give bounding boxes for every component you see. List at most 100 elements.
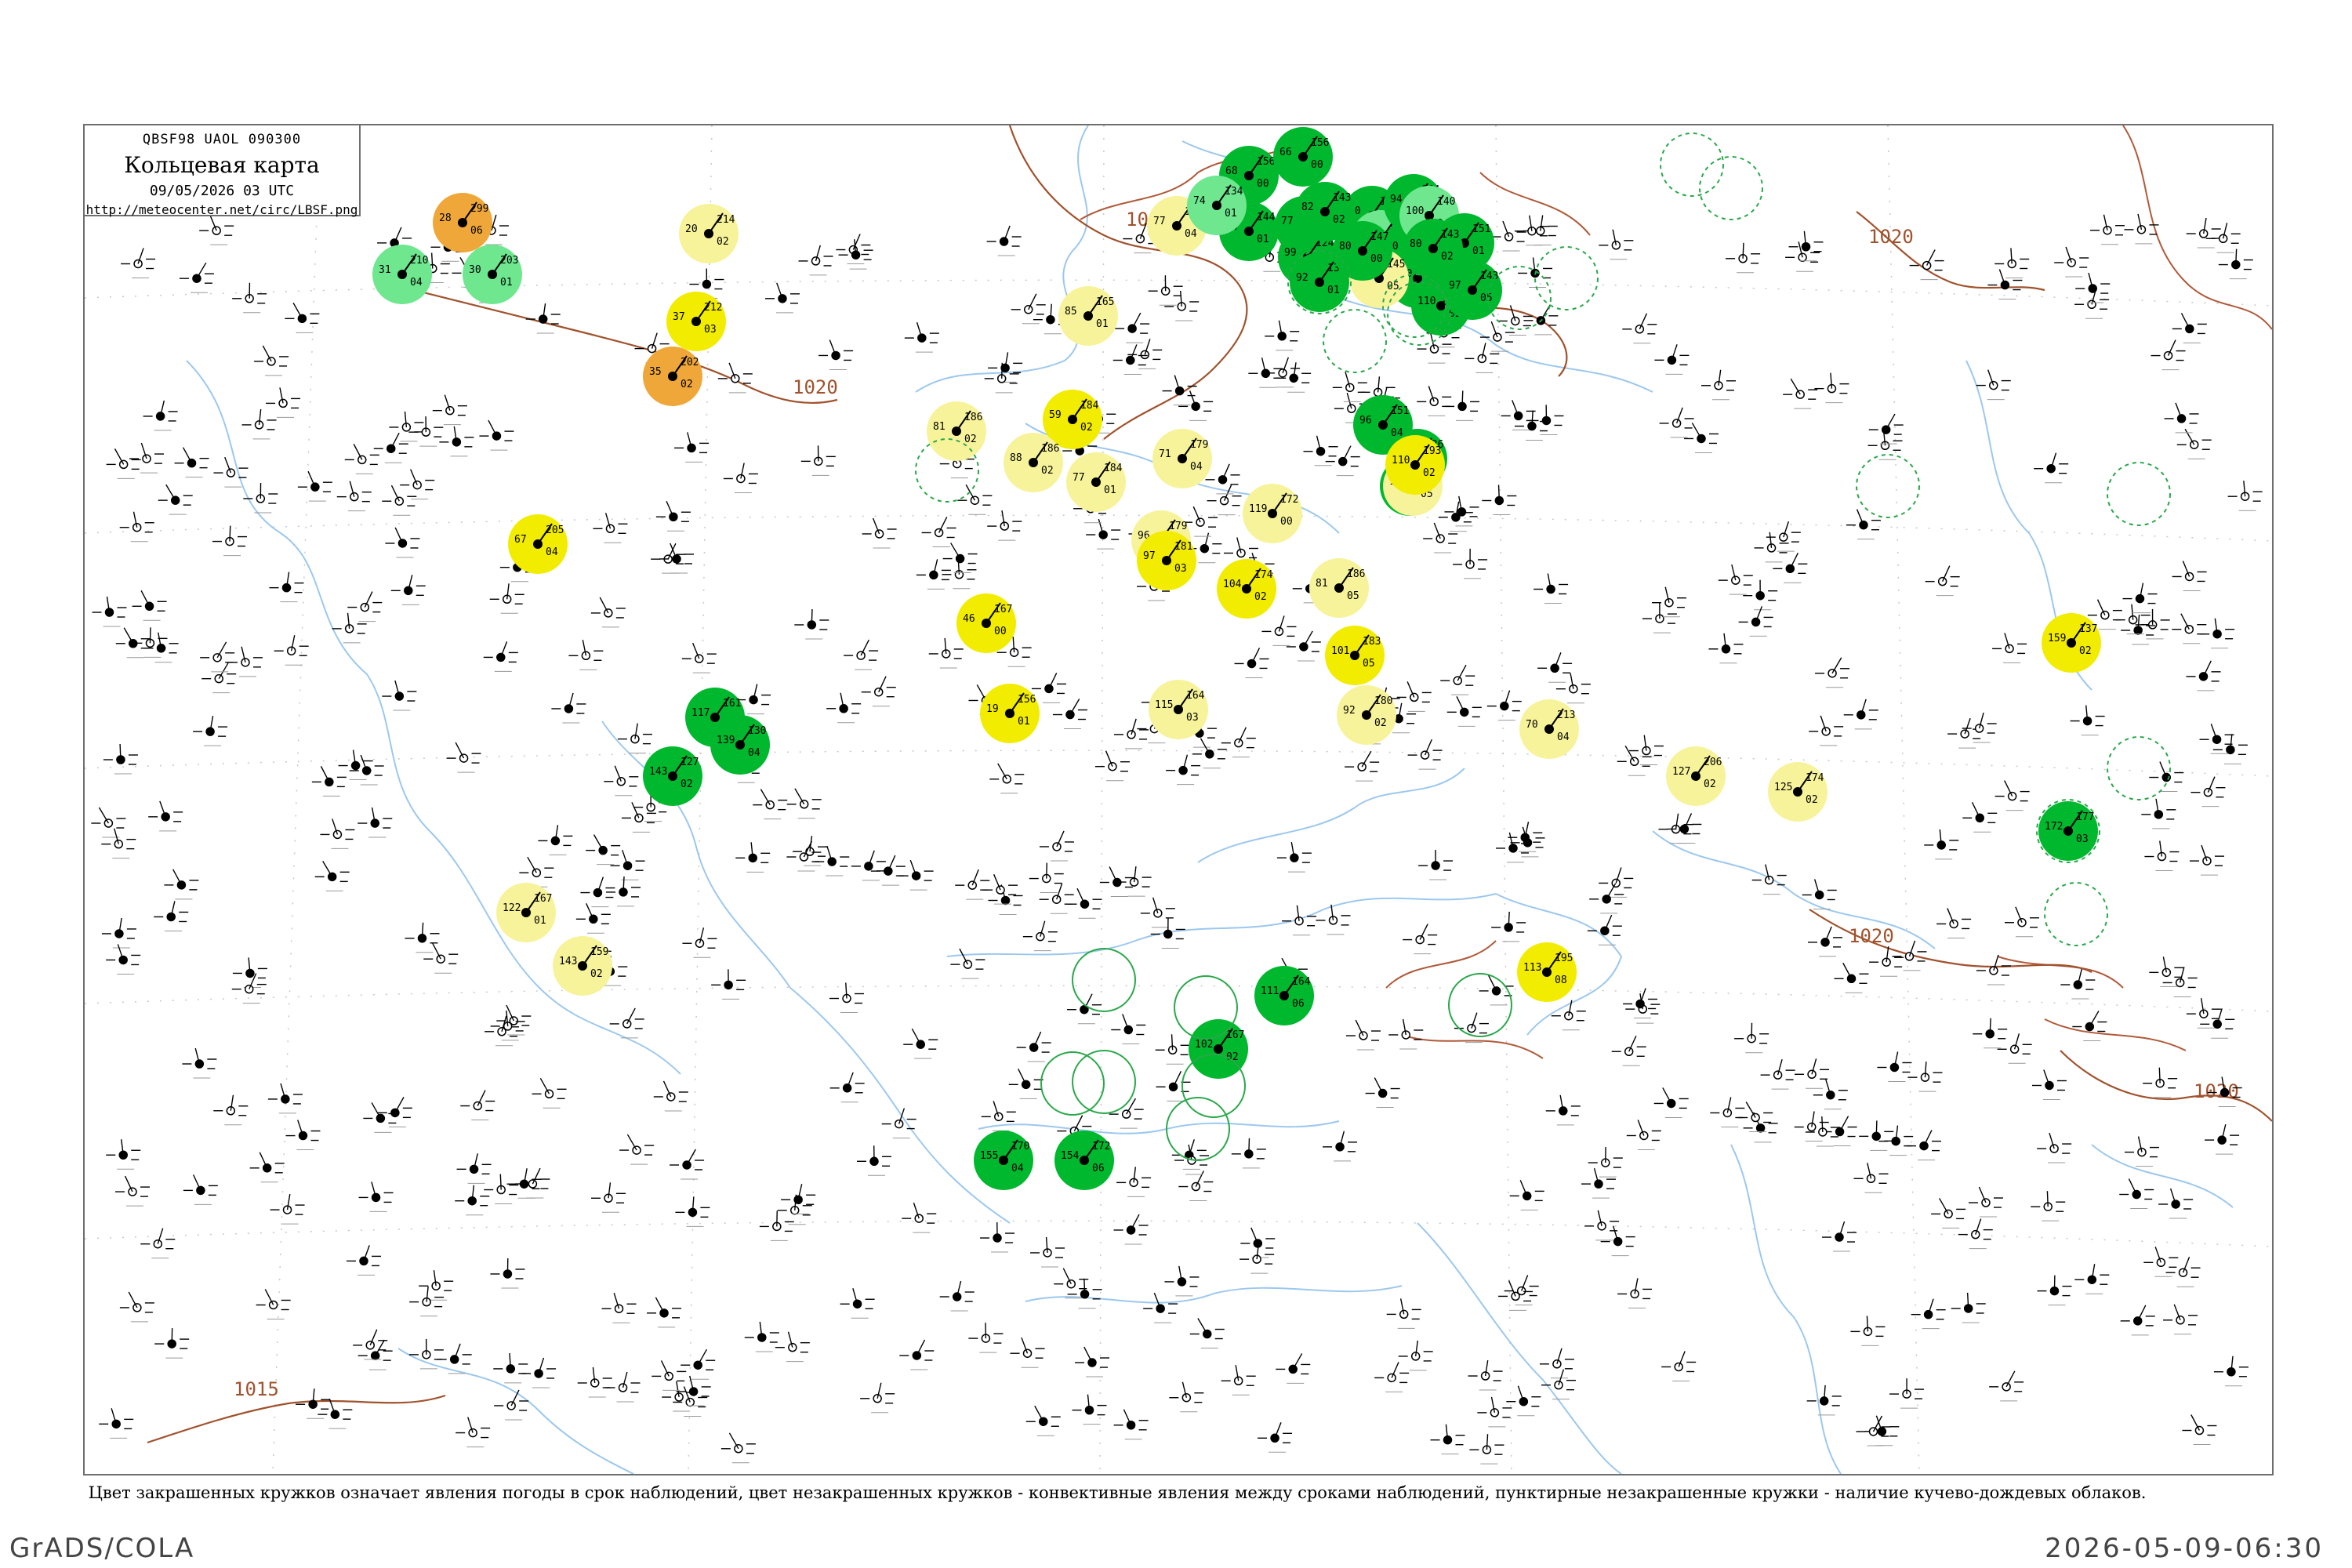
weather-station[interactable]: 167 46 00 [956, 593, 1016, 653]
station-symbol [1859, 1120, 1894, 1151]
weather-station[interactable]: 164 111 06 [1254, 966, 1314, 1025]
map-canvas[interactable]: 1015 1020 1020 1020 1020 1015 299 28 06 210… [85, 125, 2272, 1474]
weather-station[interactable]: 210 31 04 [372, 245, 432, 304]
station-symbol [1140, 897, 1175, 928]
weather-station[interactable]: 172 154 06 [1054, 1131, 1114, 1190]
pressure-value: 144 [1257, 212, 1276, 223]
station-symbol [1398, 1340, 1433, 1371]
station-symbol [1418, 850, 1454, 880]
pressure-tendency-value: 04 [1011, 1163, 1024, 1174]
weather-station[interactable]: 206 127 02 [1666, 746, 1726, 806]
station-symbol [2141, 798, 2176, 829]
station-symbol [1599, 229, 1634, 260]
station-symbol [593, 513, 628, 543]
pressure-value: 134 [1225, 186, 1243, 198]
station-symbol [1822, 1221, 1857, 1252]
station-symbol [861, 676, 896, 707]
station-symbol [1701, 369, 1737, 401]
weather-station[interactable]: 165 85 01 [1058, 286, 1118, 346]
weather-station[interactable]: 186 88 02 [1004, 433, 1063, 492]
weather-station[interactable]: 134 74 01 [1187, 176, 1247, 235]
pressure-tendency-value: 04 [1391, 427, 1403, 439]
station-symbol [1600, 1225, 1635, 1257]
station-symbol [1581, 1167, 1616, 1199]
station-symbol [764, 282, 800, 314]
station-symbol [1814, 372, 1849, 404]
station-symbol [1743, 579, 1778, 611]
station-symbol [1846, 509, 1881, 540]
station-symbol [1743, 1112, 1778, 1143]
station-symbol [1112, 344, 1148, 375]
weather-station[interactable]: 177 172 03 [2038, 801, 2098, 861]
weather-station[interactable]: 170 155 04 [974, 1131, 1033, 1190]
pressure-value: 181 [1174, 541, 1192, 553]
weather-station[interactable]: 212 37 03 [666, 292, 726, 351]
weather-station[interactable]: 16710202 [1189, 1019, 1248, 1079]
station-symbol [382, 485, 417, 516]
station-symbol [1067, 887, 1102, 919]
weather-station[interactable]: 167 122 01 [496, 883, 556, 942]
station-symbol [1491, 911, 1526, 942]
weather-station[interactable]: 203 30 01 [463, 245, 522, 304]
weather-station[interactable]: 127 143 02 [643, 746, 702, 806]
weather-station[interactable]: 179 71 04 [1152, 429, 1212, 488]
weather-station[interactable]: 214 20 02 [679, 204, 739, 263]
pressure-value: 213 [1557, 710, 1575, 721]
station-symbol [1465, 343, 1500, 373]
weather-station[interactable]: 180 92 02 [1337, 685, 1396, 745]
station-symbol [1156, 1071, 1191, 1102]
station-symbol [212, 525, 247, 557]
station-symbol [338, 750, 373, 781]
isobar-label: 1020 [1849, 925, 1894, 947]
station-symbol [610, 849, 645, 880]
station-symbol [862, 517, 897, 549]
station-symbol [980, 1222, 1015, 1253]
weather-station[interactable]: 143 80 02 [1403, 219, 1463, 278]
station-symbol [2158, 1188, 2194, 1219]
map-source-url[interactable]: http://meteocenter.net/circ/LBSF.png [85, 202, 359, 217]
weather-station[interactable]: 186 81 05 [1309, 558, 1369, 618]
weather-station[interactable]: 205 67 04 [508, 514, 568, 574]
pressure-value: 167 [534, 893, 552, 905]
pressure-value: 205 [546, 524, 564, 536]
weather-station[interactable]: 213 70 04 [1519, 699, 1579, 759]
weather-station[interactable]: 181 97 03 [1137, 531, 1196, 590]
coastlines [186, 125, 2234, 1474]
station-symbol [1113, 1409, 1149, 1440]
station-symbol [92, 596, 127, 627]
weather-station[interactable]: 137 159 02 [2042, 613, 2101, 673]
weather-station[interactable]: 156 66 00 [1273, 127, 1333, 187]
station-symbol [274, 635, 309, 666]
weather-station[interactable]: 164 115 03 [1149, 680, 1208, 739]
weather-station[interactable]: 195 113 08 [1517, 942, 1577, 1002]
weather-station[interactable]: 174 104 02 [1217, 559, 1276, 619]
weather-station[interactable]: 183 101 05 [1325, 626, 1385, 685]
station-symbol [674, 432, 710, 463]
station-symbol [851, 850, 886, 881]
weather-station[interactable]: 147 80 00 [1333, 221, 1392, 281]
weather-station[interactable]: 159 143 02 [553, 936, 612, 996]
pressure-tendency-value: 02 [1254, 591, 1267, 603]
station-symbol [1323, 1131, 1358, 1162]
station-symbol [267, 1083, 303, 1114]
weather-station[interactable]: 184 77 01 [1066, 452, 1126, 512]
weather-station[interactable]: 202 35 02 [643, 347, 702, 406]
weather-station[interactable]: 186 81 02 [927, 401, 986, 461]
station-symbol [601, 1293, 637, 1323]
weather-station[interactable]: 174 125 02 [1768, 762, 1828, 822]
station-symbol [617, 723, 652, 754]
weather-station[interactable]: 299 28 06 [433, 193, 492, 252]
station-symbol [2072, 1011, 2107, 1042]
station-symbol [1962, 802, 1998, 833]
temperature-value: 117 [691, 707, 710, 719]
station-symbol [285, 302, 320, 333]
weather-station[interactable]: 156 19 01 [980, 684, 1040, 743]
map-caption: Цвет закрашенных кружков означает явлени… [88, 1483, 2147, 1502]
weather-station[interactable]: 172 119 00 [1243, 484, 1302, 543]
station-symbol [655, 500, 691, 532]
weather-map[interactable]: 1015 1020 1020 1020 1020 1015 299 28 06 210… [83, 124, 2274, 1475]
weather-station[interactable]: 193 110 02 [1385, 435, 1445, 495]
station-symbol [1029, 862, 1064, 894]
station-symbol [1417, 386, 1452, 416]
weather-station[interactable]: 130 139 04 [710, 715, 770, 775]
